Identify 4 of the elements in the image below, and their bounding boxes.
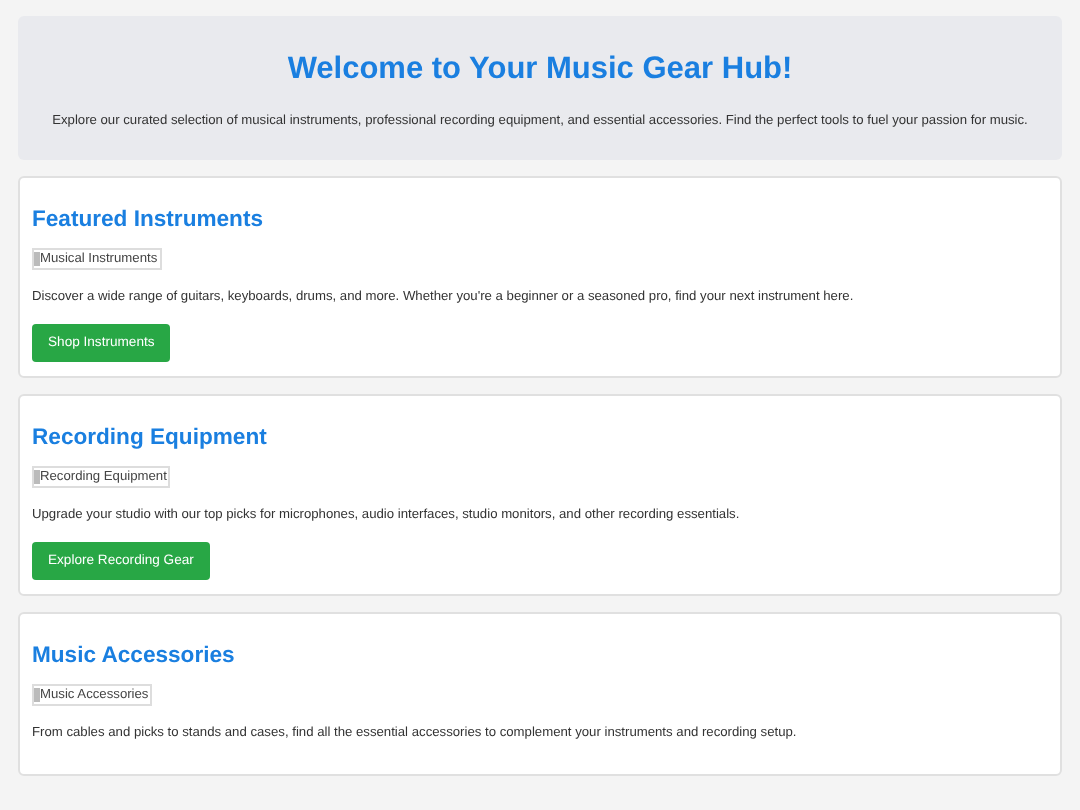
section-heading: Recording Equipment — [32, 426, 267, 450]
section-heading: Music Accessories — [32, 644, 235, 668]
section-heading: Featured Instruments — [32, 208, 264, 232]
page-title: Welcome to Your Music Gear Hub! — [287, 52, 793, 88]
